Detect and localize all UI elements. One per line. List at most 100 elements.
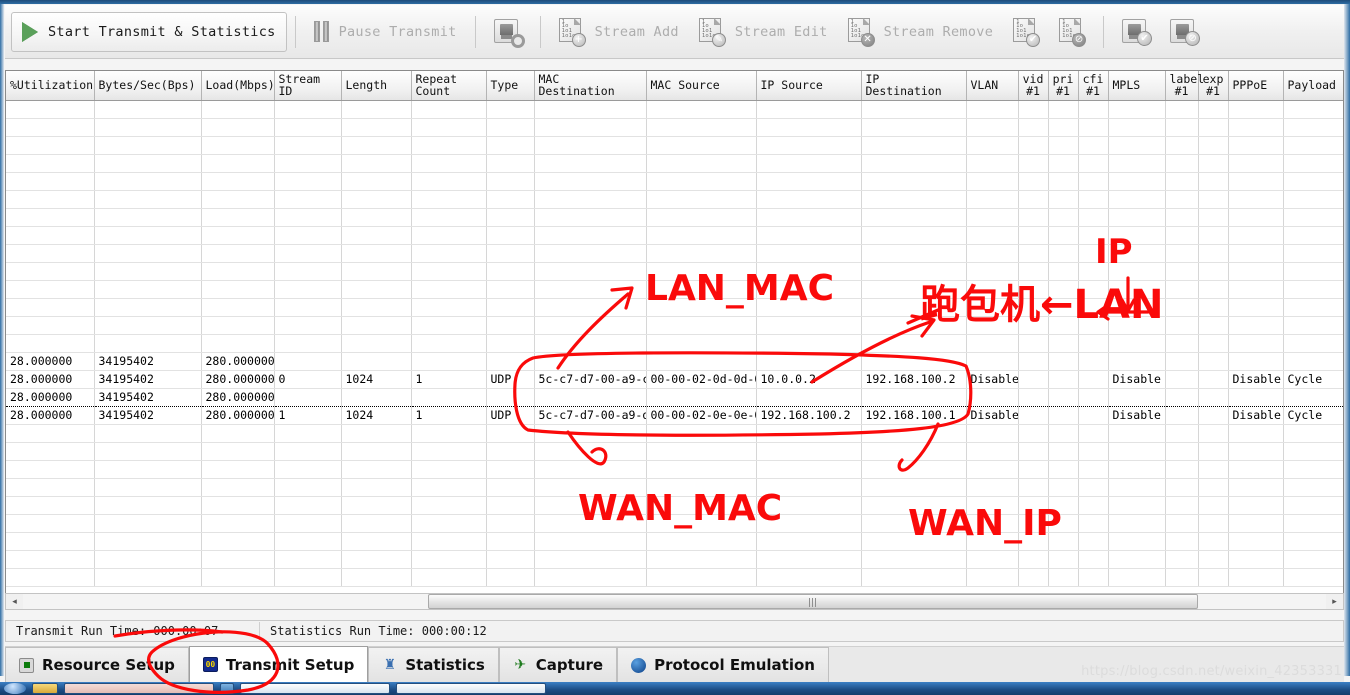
column-header-bytes_per_sec[interactable]: Bytes/Sec(Bps) bbox=[94, 71, 202, 101]
empty-row[interactable] bbox=[6, 568, 1343, 587]
column-header-label1[interactable]: label #1 bbox=[1165, 71, 1204, 101]
column-header-utilization[interactable]: %Utilization bbox=[6, 71, 95, 101]
taskbar-window-3[interactable] bbox=[396, 683, 546, 694]
toolbar-stream-edit-button[interactable]: 1 1o 1o1 1o1o ✎ Stream Edit bbox=[689, 12, 838, 52]
empty-cell bbox=[1283, 136, 1343, 155]
empty-row[interactable] bbox=[6, 478, 1343, 497]
empty-row[interactable] bbox=[6, 262, 1343, 281]
column-header-type[interactable]: Type bbox=[486, 71, 535, 101]
cell-pppoe bbox=[1228, 387, 1284, 407]
empty-cell bbox=[1228, 478, 1284, 497]
empty-cell bbox=[966, 334, 1019, 353]
toolbar-pause-transmit-button[interactable]: Pause Transmit bbox=[304, 12, 467, 52]
empty-cell bbox=[201, 316, 275, 335]
empty-row[interactable] bbox=[6, 424, 1343, 443]
toolbar-port-enable-button[interactable]: ✔ bbox=[1112, 12, 1160, 52]
empty-row[interactable] bbox=[6, 154, 1343, 173]
empty-row[interactable] bbox=[6, 136, 1343, 155]
toolbar-pause-transmit-label: Pause Transmit bbox=[338, 23, 457, 40]
toolbar-stream-enable-button[interactable]: 1 1o 1o1 1o1o ✔ bbox=[1003, 12, 1049, 52]
toolbar-transmit-settings-button[interactable] bbox=[484, 12, 532, 52]
taskbar-window-1[interactable] bbox=[64, 683, 214, 694]
cell-label1 bbox=[1165, 370, 1199, 389]
scroll-right-arrow-icon[interactable]: ▸ bbox=[1326, 594, 1343, 609]
column-header-ip_source[interactable]: IP Source bbox=[756, 71, 862, 101]
empty-row[interactable] bbox=[6, 442, 1343, 461]
column-header-mpls[interactable]: MPLS bbox=[1108, 71, 1166, 101]
empty-row[interactable] bbox=[6, 550, 1343, 569]
empty-cell bbox=[486, 280, 535, 299]
empty-row[interactable] bbox=[6, 532, 1343, 551]
empty-cell bbox=[411, 424, 487, 443]
taskbar-pin-icon[interactable] bbox=[32, 683, 58, 694]
empty-cell bbox=[341, 262, 412, 281]
tab-resource-setup[interactable]: Resource Setup bbox=[5, 647, 189, 682]
toolbar-start-transmit-statistics-button[interactable]: Start Transmit & Statistics bbox=[11, 11, 287, 52]
empty-row[interactable] bbox=[6, 118, 1343, 137]
empty-cell bbox=[1228, 118, 1284, 137]
column-header-vid1[interactable]: vid #1 bbox=[1018, 71, 1049, 101]
column-header-cfi1[interactable]: cfi #1 bbox=[1078, 71, 1109, 101]
column-header-exp1[interactable]: exp #1 bbox=[1198, 71, 1229, 101]
cell-load_mbps: 280.000000 bbox=[201, 352, 275, 371]
empty-cell bbox=[1108, 208, 1166, 227]
empty-cell bbox=[966, 136, 1019, 155]
empty-cell bbox=[1165, 568, 1199, 587]
toolbar-port-disable-button[interactable]: ⊘ bbox=[1160, 12, 1208, 52]
empty-row[interactable] bbox=[6, 334, 1343, 353]
empty-cell bbox=[274, 190, 342, 209]
empty-row[interactable] bbox=[6, 190, 1343, 209]
column-header-payload[interactable]: Payload bbox=[1283, 71, 1343, 101]
column-header-ip_destination[interactable]: IP Destination bbox=[861, 71, 967, 101]
column-header-repeat_count[interactable]: Repeat Count bbox=[411, 71, 487, 101]
tab-protocol-emulation[interactable]: Protocol Emulation bbox=[617, 647, 829, 682]
empty-row[interactable] bbox=[6, 172, 1343, 191]
empty-cell bbox=[6, 136, 95, 155]
scroll-left-arrow-icon[interactable]: ◂ bbox=[6, 594, 23, 609]
table-row[interactable]: 28.000000 34195402 280.000000 1 1024 1 UDP 5c-c… bbox=[6, 406, 1343, 425]
column-header-length[interactable]: Length bbox=[341, 71, 412, 101]
column-header-pppoe[interactable]: PPPoE bbox=[1228, 71, 1284, 101]
empty-row[interactable] bbox=[6, 298, 1343, 317]
empty-cell bbox=[1018, 154, 1049, 173]
empty-cell bbox=[1078, 424, 1109, 443]
scrollbar-thumb[interactable] bbox=[428, 594, 1198, 609]
column-header-pri1[interactable]: pri #1 bbox=[1048, 71, 1079, 101]
empty-row[interactable] bbox=[6, 280, 1343, 299]
tab-transmit-setup[interactable]: 00 Transmit Setup bbox=[188, 646, 369, 682]
empty-cell bbox=[534, 424, 647, 443]
column-header-mac_source[interactable]: MAC Source bbox=[646, 71, 757, 101]
empty-row[interactable] bbox=[6, 496, 1343, 515]
table-row[interactable]: 28.000000 34195402 280.000000 bbox=[6, 352, 1343, 371]
toolbar-stream-disable-button[interactable]: 1 1o 1o1 1o1o ⊘ bbox=[1049, 12, 1095, 52]
empty-row[interactable] bbox=[6, 244, 1343, 263]
scrollbar-track[interactable] bbox=[23, 594, 1326, 609]
toolbar-stream-add-button[interactable]: 1 1o 1o1 1o1o + Stream Add bbox=[549, 12, 689, 52]
column-header-stream_id[interactable]: Stream ID bbox=[274, 71, 342, 101]
tab-capture[interactable]: ✈ Capture bbox=[498, 647, 618, 682]
tab-statistics[interactable]: ♜ Statistics bbox=[368, 647, 499, 682]
taskbar-window-2[interactable] bbox=[240, 683, 390, 694]
horizontal-scrollbar[interactable]: ◂ ▸ bbox=[5, 593, 1344, 610]
empty-cell bbox=[1198, 262, 1229, 281]
empty-cell bbox=[1108, 514, 1166, 533]
start-orb-icon[interactable] bbox=[4, 683, 26, 694]
empty-row[interactable] bbox=[6, 514, 1343, 533]
column-header-load_mbps[interactable]: Load(Mbps) bbox=[201, 71, 275, 101]
empty-row[interactable] bbox=[6, 226, 1343, 245]
cell-ip_destination: 192.168.100.1 bbox=[861, 406, 967, 425]
empty-row[interactable] bbox=[6, 100, 1343, 119]
empty-row[interactable] bbox=[6, 316, 1343, 335]
empty-row[interactable] bbox=[6, 460, 1343, 479]
column-header-vlan[interactable]: VLAN bbox=[966, 71, 1019, 101]
empty-cell bbox=[1198, 460, 1229, 479]
table-row[interactable]: 28.000000 34195402 280.000000 bbox=[6, 387, 1343, 407]
empty-cell bbox=[966, 244, 1019, 263]
empty-cell bbox=[534, 550, 647, 569]
stream-grid-body[interactable]: 28.000000 34195402 280.000000 28.000000 3419… bbox=[6, 100, 1343, 587]
empty-row[interactable] bbox=[6, 208, 1343, 227]
toolbar-stream-remove-button[interactable]: 1 1o 1o1 1o1o ✕ Stream Remove bbox=[838, 12, 1004, 52]
table-row[interactable]: 28.000000 34195402 280.000000 0 1024 1 UDP 5c-c… bbox=[6, 370, 1343, 389]
column-header-mac_destination[interactable]: MAC Destination bbox=[534, 71, 647, 101]
stream-grid-container[interactable]: %Utilization Bytes/Sec(Bps) Load(Mbps) Stre… bbox=[5, 70, 1344, 597]
